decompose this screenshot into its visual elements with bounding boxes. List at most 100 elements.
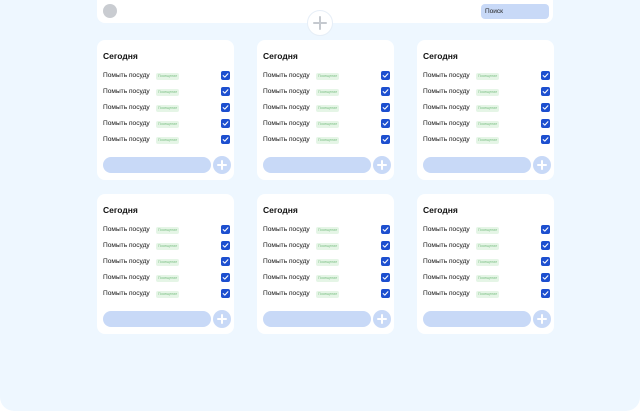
check-icon [542,121,549,126]
add-task-button[interactable] [533,156,551,174]
new-task-input[interactable] [423,311,531,327]
check-icon [542,137,549,142]
task-checkbox[interactable] [381,135,390,144]
check-icon [222,121,229,126]
task-name: Помыть посуду [263,104,310,111]
task-row: Помыть посуду Посещение [423,71,551,83]
task-row: Помыть посуду Посещение [103,135,231,147]
task-checkbox[interactable] [221,135,230,144]
task-tag: Посещение [156,275,180,282]
task-name: Помыть посуду [263,72,310,79]
new-task-input[interactable] [103,311,211,327]
add-task-button[interactable] [213,310,231,328]
task-row: Помыть посуду Посещение [423,241,551,253]
task-checkbox[interactable] [221,289,230,298]
task-tag: Посещение [156,243,180,250]
task-checkbox[interactable] [541,71,550,80]
task-tag: Посещение [476,275,500,282]
task-name: Помыть посуду [263,88,310,95]
add-task-button[interactable] [373,156,391,174]
task-row: Помыть посуду Посещение [263,135,391,147]
task-checkbox[interactable] [221,257,230,266]
task-name: Помыть посуду [423,226,470,233]
task-checkbox[interactable] [381,119,390,128]
task-tag: Посещение [476,291,500,298]
task-checkbox[interactable] [381,273,390,282]
task-checkbox[interactable] [541,289,550,298]
search-input[interactable] [481,4,549,19]
task-checkbox[interactable] [541,225,550,234]
add-task-button[interactable] [373,310,391,328]
task-tag: Посещение [476,105,500,112]
task-checkbox[interactable] [541,103,550,112]
card-title: Сегодня [423,205,458,215]
add-task-button[interactable] [213,156,231,174]
task-card: Сегодня Помыть посуду Посещение Помыть посу… [257,40,394,180]
task-name: Помыть посуду [263,258,310,265]
card-title: Сегодня [263,205,298,215]
task-row: Помыть посуду Посещение [263,225,391,237]
card-title: Сегодня [103,51,138,61]
task-name: Помыть посуду [423,88,470,95]
task-tag: Посещение [476,137,500,144]
check-icon [382,291,389,296]
check-icon [382,105,389,110]
card-title: Сегодня [263,51,298,61]
task-name: Помыть посуду [423,120,470,127]
task-name: Помыть посуду [103,290,150,297]
task-checkbox[interactable] [381,71,390,80]
task-checkbox[interactable] [541,119,550,128]
task-name: Помыть посуду [263,226,310,233]
task-checkbox[interactable] [221,225,230,234]
task-checkbox[interactable] [221,71,230,80]
task-checkbox[interactable] [541,87,550,96]
new-task-input[interactable] [423,157,531,173]
task-checkbox[interactable] [381,241,390,250]
task-row: Помыть посуду Посещение [103,241,231,253]
task-checkbox[interactable] [381,225,390,234]
task-checkbox[interactable] [221,119,230,128]
task-checkbox[interactable] [221,87,230,96]
task-name: Помыть посуду [103,242,150,249]
task-checkbox[interactable] [221,103,230,112]
task-checkbox[interactable] [541,135,550,144]
task-name: Помыть посуду [103,274,150,281]
task-checkbox[interactable] [381,289,390,298]
task-row: Помыть посуду Посещение [103,289,231,301]
user-avatar[interactable] [103,4,117,18]
task-tag: Посещение [316,275,340,282]
task-checkbox[interactable] [221,241,230,250]
task-name: Помыть посуду [263,120,310,127]
new-task-input[interactable] [103,157,211,173]
task-checkbox[interactable] [541,273,550,282]
task-name: Помыть посуду [103,104,150,111]
task-checkbox[interactable] [541,257,550,266]
task-checkbox[interactable] [541,241,550,250]
task-checkbox[interactable] [381,103,390,112]
task-card: Сегодня Помыть посуду Посещение Помыть посу… [97,194,234,334]
add-task-button[interactable] [533,310,551,328]
check-icon [542,73,549,78]
task-tag: Посещение [156,291,180,298]
check-icon [222,291,229,296]
new-task-input[interactable] [263,311,371,327]
task-tag: Посещение [156,227,180,234]
add-board-button[interactable] [307,10,333,36]
task-name: Помыть посуду [423,242,470,249]
task-name: Помыть посуду [103,120,150,127]
task-row: Помыть посуду Посещение [423,225,551,237]
task-name: Помыть посуду [263,290,310,297]
task-row: Помыть посуду Посещение [103,273,231,285]
task-checkbox[interactable] [381,87,390,96]
check-icon [222,227,229,232]
new-task-input[interactable] [263,157,371,173]
task-name: Помыть посуду [263,274,310,281]
check-icon [222,73,229,78]
task-checkbox[interactable] [221,273,230,282]
task-checkbox[interactable] [381,257,390,266]
check-icon [222,137,229,142]
task-card: Сегодня Помыть посуду Посещение Помыть посу… [257,194,394,334]
task-card: Сегодня Помыть посуду Посещение Помыть посу… [417,40,554,180]
task-row: Помыть посуду Посещение [103,257,231,269]
task-name: Помыть посуду [423,72,470,79]
